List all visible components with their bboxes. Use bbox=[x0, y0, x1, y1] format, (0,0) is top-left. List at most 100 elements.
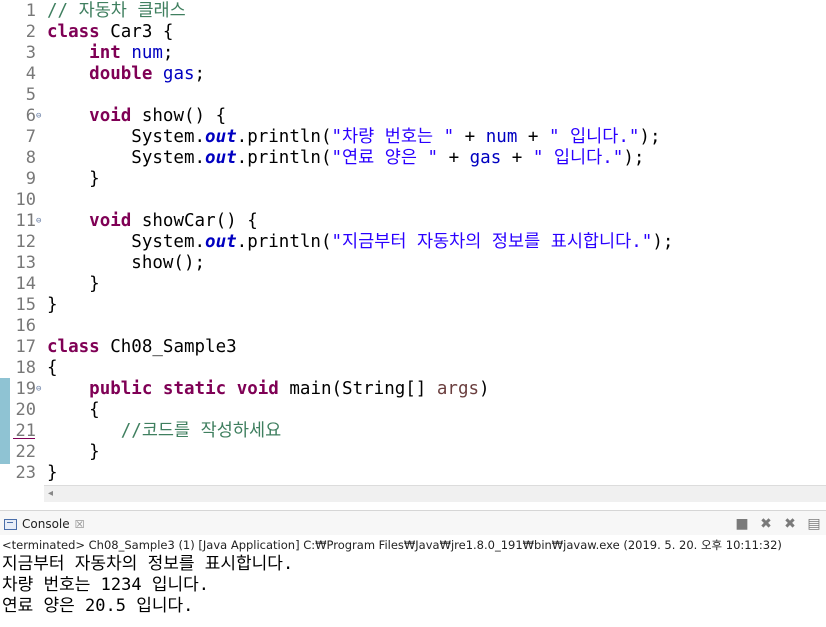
code-token: ) bbox=[479, 379, 490, 399]
code-token: System. bbox=[47, 232, 206, 252]
fold-toggle-icon[interactable]: ⊖ bbox=[36, 211, 44, 232]
code-token: } bbox=[47, 169, 100, 189]
fold-toggle-icon[interactable]: ⊖ bbox=[36, 106, 44, 127]
line-number: 17 bbox=[15, 337, 36, 357]
keyword-token: int bbox=[89, 43, 121, 63]
string-token: "차량 번호는 " bbox=[331, 127, 455, 147]
code-line: //코드를 작성하세요 bbox=[47, 421, 281, 442]
console-view-header: Console ☒ ■ ✖ ✖ ▤ bbox=[0, 510, 826, 535]
console-output-line: 지금부터 자동차의 정보를 표시합니다. bbox=[2, 554, 294, 574]
code-line: { bbox=[47, 400, 100, 421]
line-number: 5 bbox=[25, 85, 36, 105]
field-token: out bbox=[205, 232, 237, 252]
code-line: System.out.println("지금부터 자동차의 정보를 표시합니다.… bbox=[47, 232, 673, 253]
console-process-status: <terminated> Ch08_Sample3 (1) [Java Appl… bbox=[2, 538, 782, 552]
remove-launch-icon[interactable]: ✖ bbox=[758, 516, 774, 532]
code-editor[interactable]: 1 2 3 4 5 6 ⊖ 7 8 9 10 11 ⊖ 12 13 14 15 16 17 18 19 ⊖ 20 21 22 23… bbox=[0, 0, 826, 485]
console-toolbar: ■ ✖ ✖ ▤ bbox=[734, 514, 822, 534]
fold-toggle-icon[interactable]: ⊖ bbox=[36, 379, 44, 400]
code-line: show(); bbox=[47, 253, 205, 274]
console-output[interactable]: 지금부터 자동차의 정보를 표시합니다. 차량 번호는 1234 입니다. 연료… bbox=[2, 554, 293, 617]
code-token: show() { bbox=[131, 106, 227, 126]
code-token: .println( bbox=[236, 232, 332, 252]
console-output-line: 차량 번호는 1234 입니다. bbox=[2, 575, 209, 595]
code-token: .println( bbox=[236, 127, 332, 147]
code-line: } bbox=[47, 169, 100, 190]
code-token: { bbox=[47, 358, 58, 378]
code-line: } bbox=[47, 274, 100, 295]
keyword-token: static bbox=[162, 379, 227, 399]
scroll-lock-icon[interactable]: ▤ bbox=[806, 516, 822, 532]
code-line: public static void main(String[] args) bbox=[47, 379, 490, 400]
field-token: gas bbox=[469, 148, 502, 168]
console-tab-label: Console bbox=[22, 517, 70, 531]
horizontal-scrollbar[interactable]: ◂ bbox=[44, 485, 826, 502]
line-number: 15 bbox=[15, 295, 36, 315]
comment-token: // 자동차 클래스 bbox=[47, 1, 186, 21]
terminate-icon[interactable]: ■ bbox=[734, 516, 750, 532]
code-token: } bbox=[47, 463, 58, 483]
code-token: + bbox=[438, 148, 470, 168]
line-number: 11 bbox=[15, 211, 36, 231]
line-number: 12 bbox=[15, 232, 36, 252]
line-number: 7 bbox=[25, 127, 36, 147]
code-line: } bbox=[47, 442, 100, 463]
code-token: ); bbox=[652, 232, 674, 252]
line-number-gutter: 1 2 3 4 5 6 ⊖ 7 8 9 10 11 ⊖ 12 13 14 15 16 17 18 19 ⊖ 20 21 22 23 bbox=[0, 0, 44, 485]
code-token: Ch08_Sample3 bbox=[99, 337, 237, 357]
code-token: + bbox=[517, 127, 549, 147]
code-token: showCar() { bbox=[131, 211, 258, 231]
code-token: System. bbox=[47, 148, 206, 168]
code-token: ; bbox=[194, 64, 206, 84]
line-number: 20 bbox=[15, 400, 36, 420]
keyword-token: public bbox=[89, 379, 153, 399]
code-token: Car3 { bbox=[99, 22, 174, 42]
code-line: // 자동차 클래스 bbox=[47, 1, 186, 22]
line-number: 9 bbox=[25, 169, 36, 189]
remove-all-launches-icon[interactable]: ✖ bbox=[782, 516, 798, 532]
code-token: + bbox=[501, 148, 533, 168]
code-line: System.out.println("연료 양은 " + gas + " 입니… bbox=[47, 148, 644, 169]
code-line: int num; bbox=[47, 43, 173, 64]
line-number: 3 bbox=[25, 43, 36, 63]
code-token: ; bbox=[162, 43, 174, 63]
code-token: show(); bbox=[47, 253, 206, 273]
code-line: void showCar() { bbox=[47, 211, 258, 232]
keyword-token: void bbox=[236, 379, 279, 399]
parameter-token: args bbox=[436, 379, 480, 399]
code-token: .println( bbox=[236, 148, 332, 168]
code-line: void show() { bbox=[47, 106, 226, 127]
console-icon bbox=[4, 518, 17, 530]
keyword-token: void bbox=[89, 106, 132, 126]
code-token: main(String[] bbox=[278, 379, 437, 399]
code-token: ); bbox=[623, 148, 645, 168]
code-line: { bbox=[47, 358, 58, 379]
code-line: double gas; bbox=[47, 64, 205, 85]
field-token: num bbox=[485, 127, 518, 147]
scroll-left-icon[interactable]: ◂ bbox=[48, 488, 53, 499]
code-line: class Car3 { bbox=[47, 22, 173, 43]
tab-console[interactable]: Console ☒ bbox=[4, 514, 85, 534]
line-number: 19 bbox=[15, 379, 36, 399]
code-line: System.out.println("차량 번호는 " + num + " 입… bbox=[47, 127, 660, 148]
line-number: 2 bbox=[25, 22, 36, 42]
line-number: 14 bbox=[15, 274, 36, 294]
code-line: } bbox=[47, 463, 58, 484]
current-line-underline bbox=[13, 438, 35, 439]
string-token: "지금부터 자동차의 정보를 표시합니다." bbox=[331, 232, 653, 252]
code-line: } bbox=[47, 295, 58, 316]
string-token: " 입니다." bbox=[532, 148, 624, 168]
field-token: num bbox=[131, 43, 163, 63]
code-token: } bbox=[47, 295, 58, 315]
close-icon[interactable]: ☒ bbox=[75, 518, 85, 531]
code-token: + bbox=[454, 127, 486, 147]
code-token: System. bbox=[47, 127, 206, 147]
line-number: 22 bbox=[15, 442, 36, 462]
